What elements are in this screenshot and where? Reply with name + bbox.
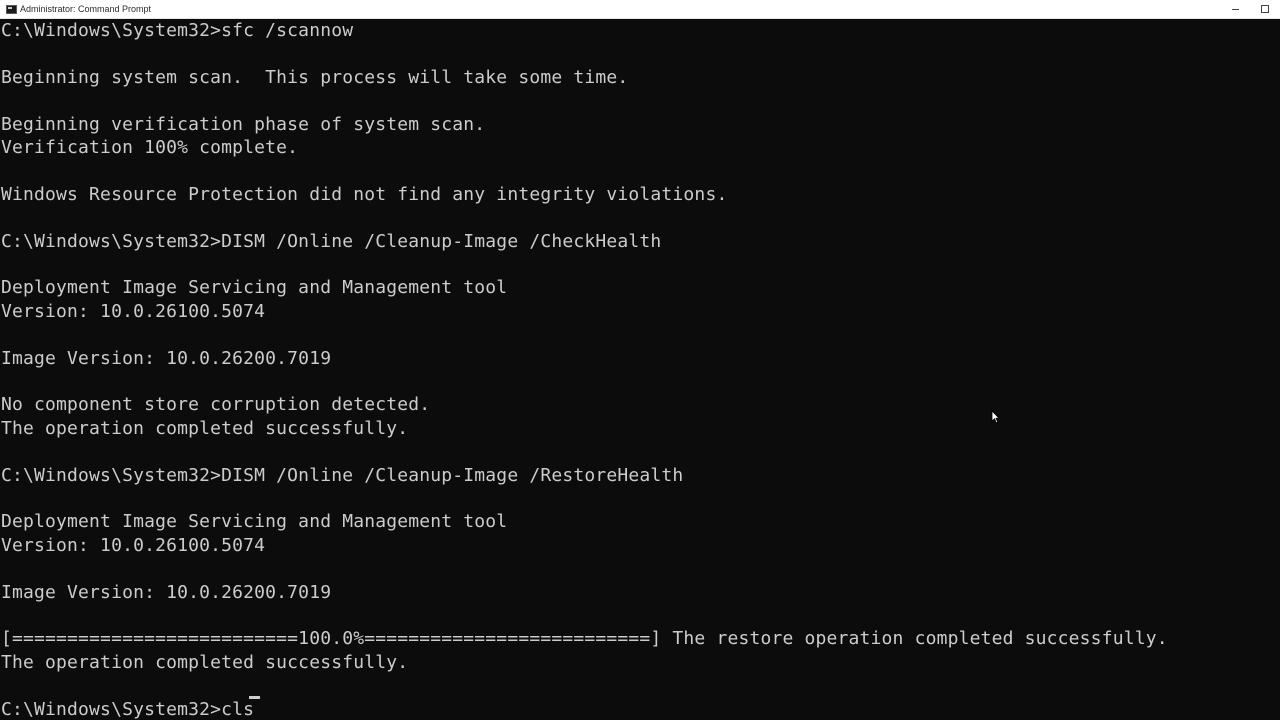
window-controls [1220, 0, 1280, 19]
console-line: The operation completed successfully. [1, 417, 409, 439]
minimize-button[interactable] [1220, 0, 1250, 19]
console-line: Windows Resource Protection did not find… [1, 183, 728, 205]
console-line: C:\Windows\System32>DISM /Online /Cleanu… [1, 464, 684, 486]
console-line: Image Version: 10.0.26200.7019 [1, 581, 332, 603]
console-line: Version: 10.0.26100.5074 [1, 300, 266, 322]
console-line: Deployment Image Servicing and Managemen… [1, 277, 508, 299]
minimize-icon [1231, 8, 1239, 10]
console-line: The operation completed successfully. [1, 651, 409, 673]
text-cursor [249, 696, 260, 699]
console-line: C:\Windows\System32>sfc /scannow [1, 20, 354, 41]
console-line: Deployment Image Servicing and Managemen… [1, 511, 508, 533]
console-line: Beginning verification phase of system s… [1, 113, 486, 135]
console-line: Version: 10.0.26100.5074 [1, 534, 266, 556]
maximize-icon [1261, 5, 1269, 13]
console-output[interactable]: C:\Windows\System32>sfc /scannow Beginni… [0, 19, 1280, 720]
maximize-button[interactable] [1250, 0, 1280, 19]
progress-line: [==========================100.0%=======… [1, 628, 1168, 650]
console-line: Verification 100% complete. [1, 137, 299, 158]
prompt-line[interactable]: C:\Windows\System32>cls [1, 698, 254, 720]
console-line: C:\Windows\System32>DISM /Online /Cleanu… [1, 230, 662, 252]
mouse-pointer-icon [991, 410, 1001, 424]
title-bar[interactable]: Administrator: Command Prompt [0, 0, 1280, 19]
command-prompt-icon [6, 4, 17, 14]
window-title: Administrator: Command Prompt [20, 4, 152, 14]
command-prompt-window: Administrator: Command Prompt C:\Windows… [0, 0, 1280, 720]
console-line: Image Version: 10.0.26200.7019 [1, 347, 332, 369]
console-line: Beginning system scan. This process will… [1, 66, 629, 88]
console-line: No component store corruption detected. [1, 394, 431, 416]
